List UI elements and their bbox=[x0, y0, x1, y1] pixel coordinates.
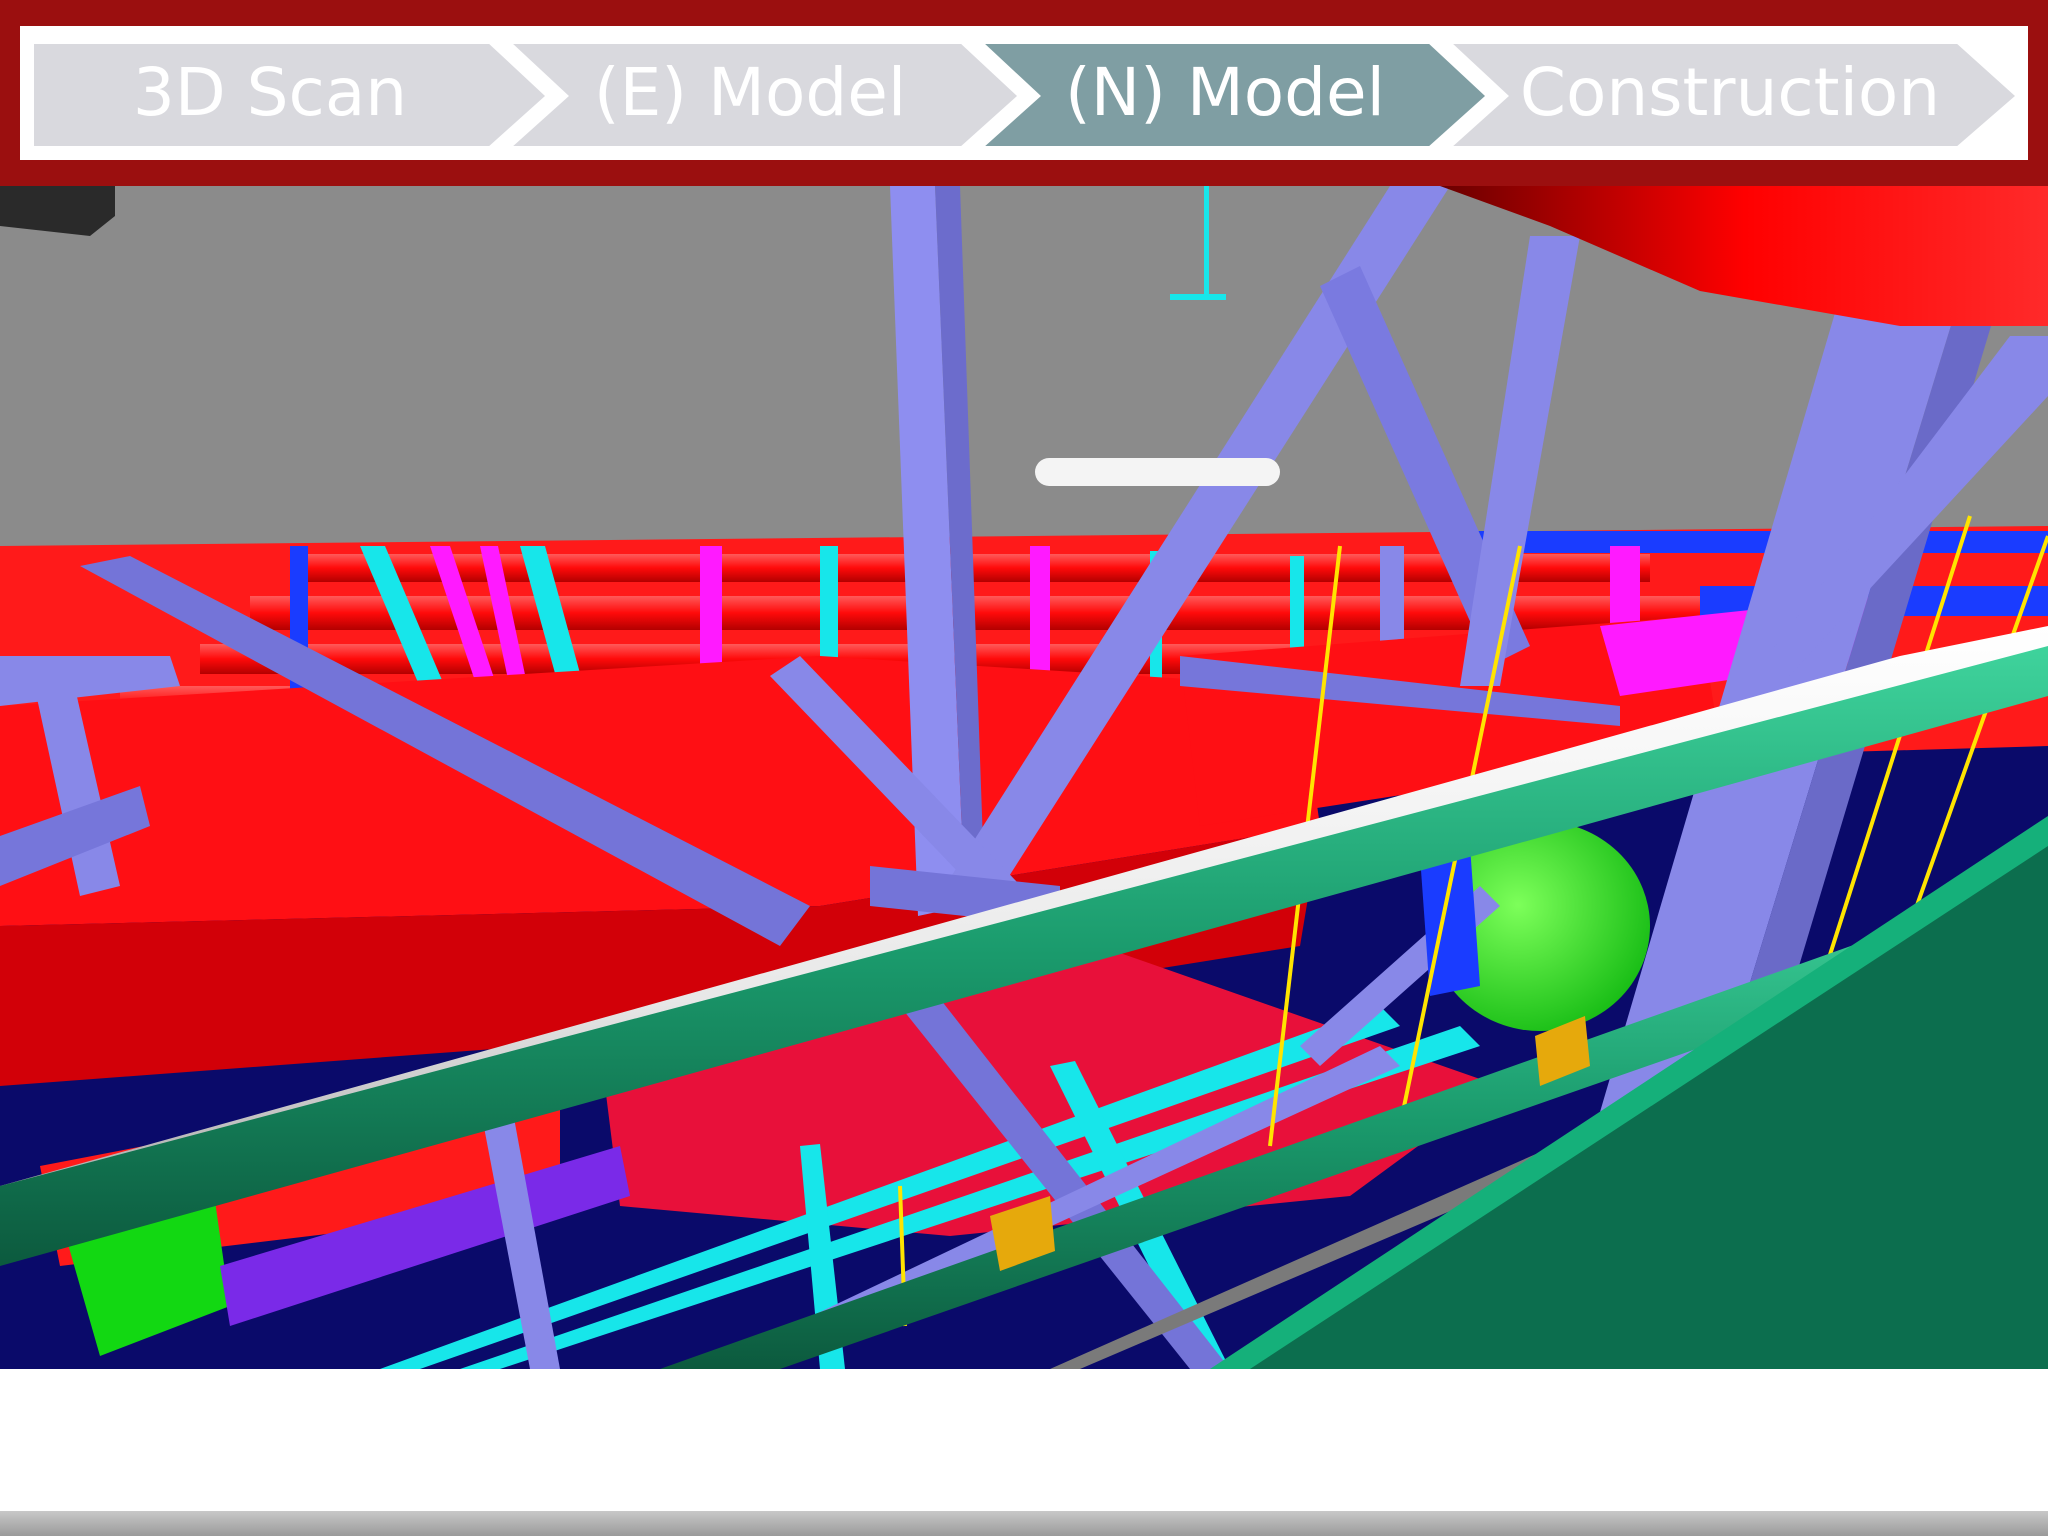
slide-blank-area bbox=[0, 1369, 2048, 1511]
step-label-3d-scan: 3D Scan bbox=[132, 54, 408, 131]
ceiling-hanger-tee bbox=[1170, 294, 1226, 300]
model-viewport[interactable] bbox=[0, 186, 2048, 1369]
light-fixture bbox=[1035, 458, 1280, 486]
mep-model-scene bbox=[0, 186, 2048, 1369]
step-label-e-model: (E) Model bbox=[593, 54, 907, 131]
ceiling-hanger bbox=[1204, 186, 1209, 296]
blue-frame bbox=[1420, 846, 1480, 996]
slide: 3D Scan (E) Model (N) Model Construction bbox=[0, 0, 2048, 1536]
header-band: 3D Scan (E) Model (N) Model Construction bbox=[0, 0, 2048, 186]
step-label-n-model: (N) Model bbox=[1064, 54, 1385, 131]
step-label-construction: Construction bbox=[1519, 54, 1941, 131]
footer-bar bbox=[0, 1511, 2048, 1536]
